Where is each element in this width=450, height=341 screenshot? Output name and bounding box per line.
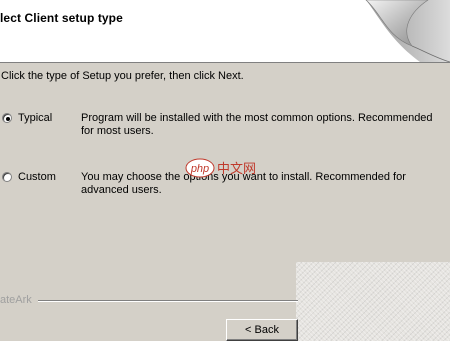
instruction-text: Click the type of Setup you prefer, then… xyxy=(1,70,244,82)
typical-label[interactable]: Typical xyxy=(18,112,52,124)
watermark-cn-text: 中文网 xyxy=(217,162,256,177)
radio-selected-dot xyxy=(6,117,10,121)
back-button[interactable]: < Back xyxy=(226,319,298,341)
header-banner: lect Client setup type xyxy=(0,0,450,63)
typical-radio[interactable] xyxy=(2,113,12,123)
page-title: lect Client setup type xyxy=(0,11,123,25)
watermark-php-text: php xyxy=(190,163,209,175)
texture-overlay xyxy=(296,262,450,341)
watermark-logo: php 中文网 xyxy=(185,158,256,178)
custom-radio[interactable] xyxy=(2,172,12,182)
installer-brand: ateArk xyxy=(0,294,32,306)
custom-label[interactable]: Custom xyxy=(18,171,56,183)
typical-description: Program will be installed with the most … xyxy=(81,112,433,137)
page-curl-graphic xyxy=(365,0,450,62)
footer-divider xyxy=(38,300,298,302)
